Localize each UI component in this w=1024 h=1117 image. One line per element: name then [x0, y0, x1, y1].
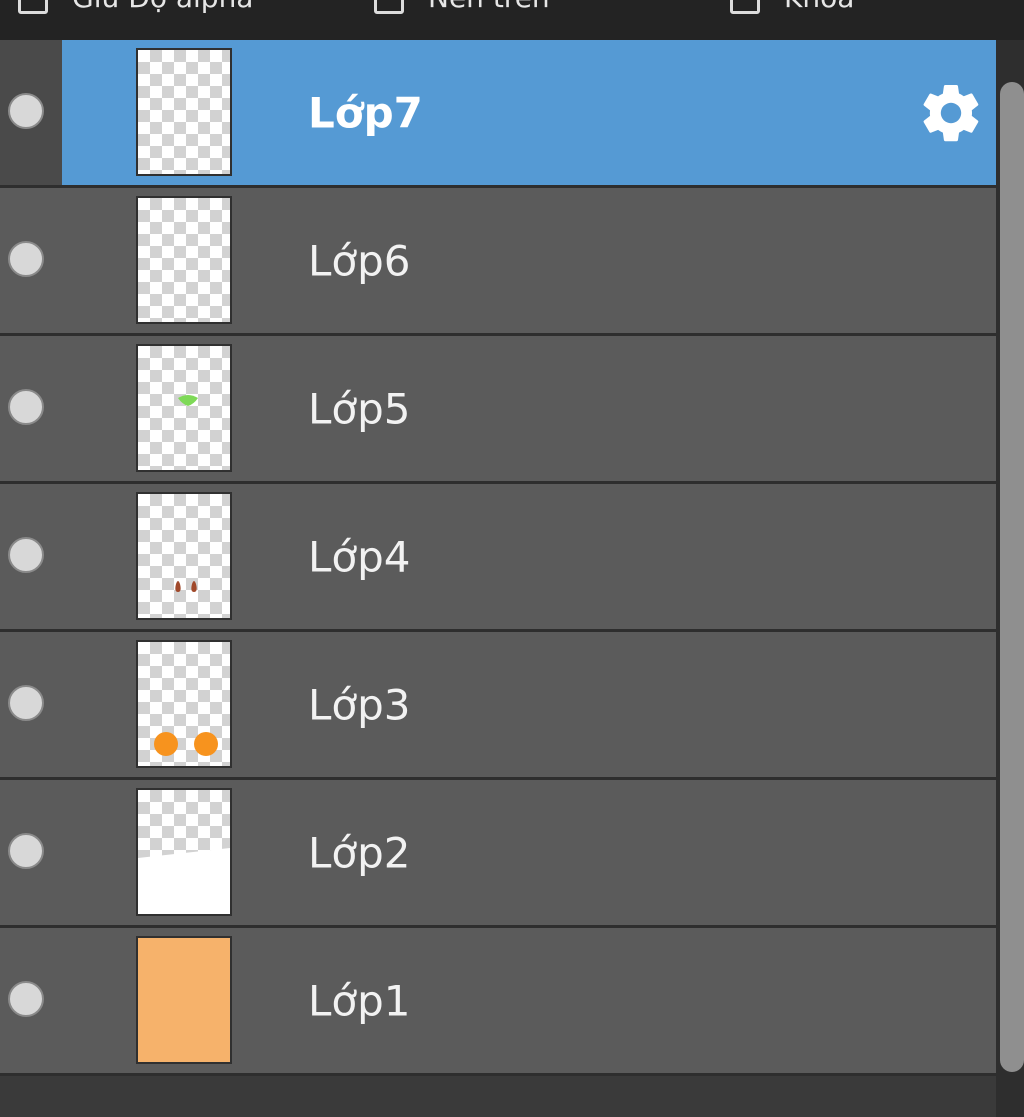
- layer-row-5[interactable]: Lớp5: [0, 336, 996, 484]
- lock-label: Khóa: [784, 0, 854, 14]
- preserve-alpha-label: Giữ Độ alpha: [72, 0, 253, 14]
- layer-row-4[interactable]: Lớp4: [0, 484, 996, 632]
- layer-name: Lớp6: [308, 236, 411, 285]
- visibility-dot-icon[interactable]: [8, 536, 44, 573]
- visibility-dot-icon[interactable]: [8, 388, 44, 425]
- preserve-alpha-checkbox[interactable]: [18, 0, 48, 14]
- layer-thumbnail: [136, 936, 232, 1064]
- layer-row-2[interactable]: Lớp2: [0, 780, 996, 928]
- background-label: Nền trên: [428, 0, 550, 14]
- visibility-dot-icon[interactable]: [8, 240, 44, 277]
- preserve-alpha-option[interactable]: Giữ Độ alpha: [18, 0, 253, 16]
- gear-icon[interactable]: [916, 78, 986, 148]
- layer-name: Lớp5: [308, 384, 411, 433]
- background-option[interactable]: Nền trên: [374, 0, 550, 16]
- layer-panel: Giữ Độ alpha Nền trên Khóa Lớp7: [0, 0, 1024, 1117]
- layer-name: Lớp1: [308, 976, 411, 1025]
- visibility-dot-icon[interactable]: [8, 92, 44, 129]
- layer-thumbnail: [136, 48, 232, 176]
- layer-name: Lớp7: [308, 88, 423, 137]
- layer-row-1[interactable]: Lớp1: [0, 928, 996, 1076]
- layer-options-bar: Giữ Độ alpha Nền trên Khóa: [0, 0, 1024, 40]
- layer-thumbnail: [136, 492, 232, 620]
- layer-thumbnail: [136, 788, 232, 916]
- layer-thumbnail: [136, 640, 232, 768]
- layer-row-3[interactable]: Lớp3: [0, 632, 996, 780]
- orange-dots-icon: [154, 732, 218, 756]
- layer-thumbnail: [136, 344, 232, 472]
- layer-name: Lớp4: [308, 532, 411, 581]
- visibility-dot-icon[interactable]: [8, 980, 44, 1017]
- lock-checkbox[interactable]: [730, 0, 760, 14]
- list-empty-space: [0, 1076, 996, 1117]
- layer-row-6[interactable]: Lớp6: [0, 188, 996, 336]
- background-checkbox[interactable]: [374, 0, 404, 14]
- visibility-dot-icon[interactable]: [8, 684, 44, 721]
- layer-thumbnail: [136, 196, 232, 324]
- layer-name: Lớp2: [308, 828, 411, 877]
- brown-drops-icon: [175, 581, 197, 592]
- lock-option[interactable]: Khóa: [730, 0, 854, 16]
- white-fill-icon: [138, 848, 230, 914]
- scrollbar-thumb[interactable]: [1000, 82, 1024, 1072]
- layer-name: Lớp3: [308, 680, 411, 729]
- layer-row-7[interactable]: Lớp7: [0, 40, 996, 188]
- layer-list: Lớp7 Lớp6 Lớp5 Lớp4 Lớp3 Lớp2 Lớp1: [0, 40, 996, 1076]
- green-mark-icon: [178, 395, 198, 406]
- visibility-dot-icon[interactable]: [8, 832, 44, 869]
